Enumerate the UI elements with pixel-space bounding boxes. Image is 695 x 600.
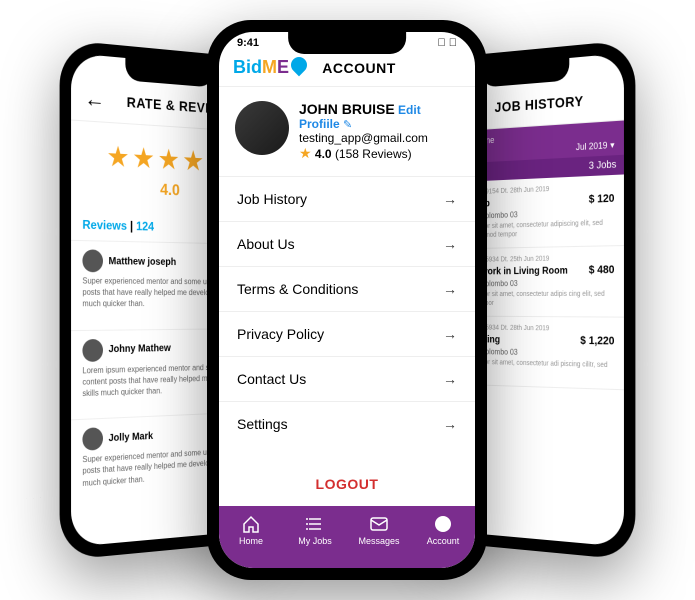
- reviewer-avatar: [82, 427, 103, 451]
- reviewer-avatar: [82, 339, 103, 362]
- job-price: $ 480: [589, 264, 615, 277]
- nav-label: Home: [219, 536, 283, 546]
- reviewer-name: Johny Mathew: [109, 342, 217, 355]
- nav-icon: [305, 514, 325, 534]
- nav-account[interactable]: Account: [411, 506, 475, 568]
- pencil-icon[interactable]: ✎: [343, 119, 352, 131]
- nav-label: Account: [411, 536, 475, 546]
- reviewer-name: Jolly Mark: [109, 427, 217, 444]
- profile-rating: 4.0: [315, 147, 332, 161]
- chevron-down-icon: ▾: [610, 140, 614, 151]
- nav-label: Messages: [347, 536, 411, 546]
- reviewer-name: Matthew joseph: [109, 255, 217, 268]
- menu-item-label: Terms & Conditions: [237, 281, 358, 297]
- job-price: $ 1,220: [580, 335, 614, 348]
- arrow-right-icon: →: [443, 416, 457, 432]
- menu-item-job-history[interactable]: Job History →: [219, 176, 475, 221]
- arrow-right-icon: →: [443, 236, 457, 252]
- nav-icon: [241, 514, 261, 534]
- nav-home[interactable]: Home: [219, 506, 283, 568]
- nav-icon: [433, 514, 453, 534]
- menu-item-contact-us[interactable]: Contact Us →: [219, 356, 475, 401]
- menu-item-label: Contact Us: [237, 371, 306, 387]
- page-title: ACCOUNT: [307, 60, 411, 76]
- status-icons: 􀙇 􀛨: [437, 37, 457, 49]
- reviewer-avatar: [82, 249, 103, 272]
- phone-account: 9:41 􀙇 􀛨 BidME ACCOUNT JOHN BRUISE Edit …: [207, 20, 487, 580]
- back-icon[interactable]: ←: [84, 85, 105, 113]
- arrow-right-icon: →: [443, 281, 457, 297]
- date-to-dropdown[interactable]: Jul 2019▾: [576, 140, 615, 153]
- status-time: 9:41: [237, 37, 259, 49]
- profile-review-count: (158 Reviews): [335, 147, 412, 161]
- star-icon: ★: [299, 145, 312, 161]
- profile-section: JOHN BRUISE Edit Profiile ✎ testing_app@…: [219, 87, 475, 176]
- menu-item-settings[interactable]: Settings →: [219, 401, 475, 446]
- menu-item-label: About Us: [237, 236, 295, 252]
- page-title: JOB HISTORY: [470, 90, 611, 117]
- profile-name: JOHN BRUISE: [299, 101, 395, 117]
- avatar[interactable]: [235, 101, 289, 155]
- menu-item-terms-conditions[interactable]: Terms & Conditions →: [219, 266, 475, 311]
- arrow-right-icon: →: [443, 191, 457, 207]
- nav-icon: [369, 514, 389, 534]
- nav-messages[interactable]: Messages: [347, 506, 411, 568]
- job-price: $ 120: [589, 192, 615, 205]
- menu-item-about-us[interactable]: About Us →: [219, 221, 475, 266]
- menu-item-label: Privacy Policy: [237, 326, 324, 342]
- menu-item-privacy-policy[interactable]: Privacy Policy →: [219, 311, 475, 356]
- nav-my-jobs[interactable]: My Jobs: [283, 506, 347, 568]
- arrow-right-icon: →: [443, 326, 457, 342]
- brand-logo: BidME: [233, 57, 307, 78]
- bottom-nav: HomeMy JobsMessagesAccount: [219, 506, 475, 568]
- arrow-right-icon: →: [443, 371, 457, 387]
- logout-button[interactable]: LOGOUT: [219, 462, 475, 506]
- menu-item-label: Job History: [237, 191, 307, 207]
- notch: [288, 32, 406, 54]
- menu-item-label: Settings: [237, 416, 288, 432]
- nav-label: My Jobs: [283, 536, 347, 546]
- profile-email: testing_app@gmail.com: [299, 131, 459, 145]
